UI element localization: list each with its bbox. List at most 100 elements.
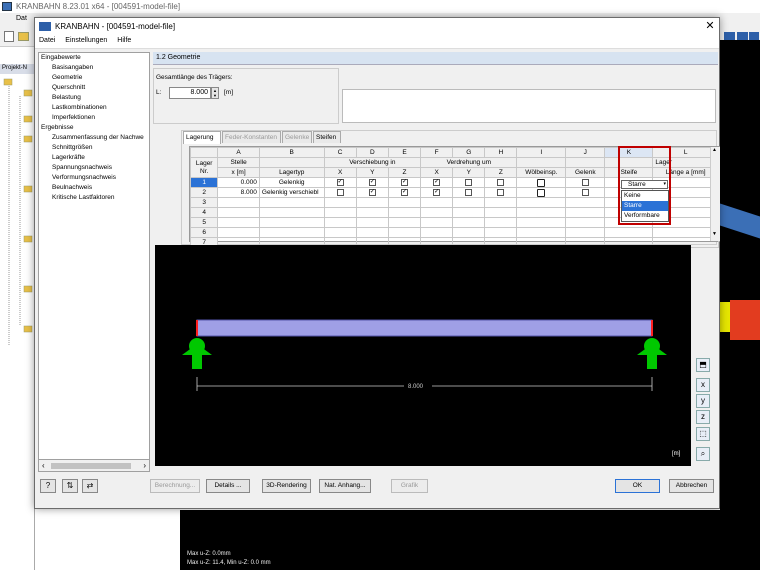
tree-item-imperfektionen[interactable]: Imperfektionen: [39, 113, 149, 123]
cell-vy[interactable]: ✓: [355, 187, 389, 198]
help-icon[interactable]: ?: [40, 479, 56, 493]
cell-gelenk[interactable]: [565, 177, 606, 188]
dropdown-option-verformbare[interactable]: Verformbare: [622, 211, 668, 221]
table-vertical-scrollbar[interactable]: ▲ ▼: [710, 147, 720, 241]
ok-button[interactable]: OK: [615, 479, 660, 493]
cell-stelle[interactable]: 0.000: [217, 177, 260, 188]
rendering-button[interactable]: 3D-Rendering: [262, 479, 311, 493]
length-spinner[interactable]: ▲ ▼: [211, 87, 219, 99]
cell-woelb[interactable]: [516, 187, 567, 198]
tab-lagerung[interactable]: Lagerung: [183, 131, 221, 144]
col-header-b[interactable]: B: [258, 147, 325, 158]
import-icon[interactable]: ⇅: [62, 479, 78, 493]
zoom-icon[interactable]: ⌕: [696, 447, 710, 461]
col-header-d[interactable]: D: [355, 147, 389, 158]
tree-item-schnittgroessen[interactable]: Schnittgrößen: [39, 143, 149, 153]
checkbox-vy[interactable]: ✓: [368, 188, 376, 196]
checkbox-ry[interactable]: [465, 188, 473, 196]
menu-hilfe[interactable]: Hilfe: [113, 35, 135, 46]
cell-vx[interactable]: ✓: [323, 177, 357, 188]
tree-horizontal-scrollbar[interactable]: ‹ ›: [38, 459, 150, 472]
steife-combo[interactable]: Starre ▾: [621, 180, 668, 189]
scroll-right-icon[interactable]: ›: [143, 461, 146, 470]
col-header-h[interactable]: H: [484, 147, 518, 158]
tree-item-belastung[interactable]: Belastung: [39, 93, 149, 103]
tab-gelenke[interactable]: Gelenke: [282, 131, 312, 143]
details-button[interactable]: Details ...: [206, 479, 250, 493]
view-y-icon[interactable]: y: [696, 394, 710, 408]
open-folder-icon[interactable]: [18, 32, 29, 41]
tree-item-kritische-lastfaktoren[interactable]: Kritische Lastfaktoren: [39, 193, 149, 203]
tree-item-basisangaben[interactable]: Basisangaben: [39, 63, 149, 73]
checkbox-gelenk[interactable]: [581, 188, 589, 196]
cell-gelenk[interactable]: [565, 187, 606, 198]
dropdown-option-keine[interactable]: Keine: [622, 191, 668, 201]
tree-item-lastkombinationen[interactable]: Lastkombinationen: [39, 103, 149, 113]
background-menu-datei[interactable]: Dat: [16, 15, 27, 22]
col-header-a[interactable]: A: [217, 147, 260, 158]
checkbox-vy[interactable]: ✓: [368, 178, 376, 186]
checkbox-vx[interactable]: ✓: [336, 178, 344, 186]
berechnung-button[interactable]: Berechnung...: [150, 479, 200, 493]
col-header-g[interactable]: G: [452, 147, 486, 158]
view-iso-icon[interactable]: ⬒: [696, 358, 710, 372]
col-header-e[interactable]: E: [387, 147, 422, 158]
tab-steifen[interactable]: Steifen: [313, 131, 341, 143]
checkbox-ry[interactable]: [465, 178, 473, 186]
view-z-icon[interactable]: z: [696, 410, 710, 424]
scroll-thumb[interactable]: [51, 463, 131, 469]
scroll-down-icon[interactable]: ▼: [712, 231, 717, 237]
row-number[interactable]: 5: [189, 217, 219, 228]
row-number[interactable]: 2: [189, 187, 219, 198]
view-3d-icon[interactable]: ⬚: [696, 427, 710, 441]
col-header-j[interactable]: J: [565, 147, 606, 158]
cell-rx[interactable]: ✓: [420, 177, 454, 188]
row-number[interactable]: 4: [189, 207, 219, 218]
row-number[interactable]: 6: [189, 227, 219, 238]
dropdown-option-starre[interactable]: Starre: [622, 201, 668, 211]
cell-rz[interactable]: [484, 187, 518, 198]
tab-feder-konstanten[interactable]: Feder-Konstanten: [222, 131, 281, 143]
checkbox-gelenk[interactable]: [581, 178, 589, 186]
checkbox-vz[interactable]: ✓: [401, 178, 408, 186]
tree-item-lagerkraefte[interactable]: Lagerkräfte: [39, 153, 149, 163]
tree-group-eingabewerte[interactable]: Eingabewerte: [39, 53, 149, 63]
tree-item-geometrie[interactable]: Geometrie: [39, 73, 149, 83]
grafik-button[interactable]: Grafik: [391, 479, 428, 493]
row-number[interactable]: 3: [189, 197, 219, 208]
length-input[interactable]: 8.000: [169, 87, 211, 99]
cell-ry[interactable]: [452, 187, 486, 198]
graphic-view[interactable]: 8.000 [m]: [155, 245, 691, 466]
checkbox-rz[interactable]: [497, 188, 505, 196]
checkbox-rx[interactable]: ✓: [433, 188, 441, 196]
cell-vx[interactable]: [323, 187, 357, 198]
export-icon[interactable]: ⇄: [82, 479, 98, 493]
col-header-i[interactable]: I: [516, 147, 567, 158]
scroll-up-icon[interactable]: ▲: [712, 147, 717, 153]
menu-einstellungen[interactable]: Einstellungen: [61, 35, 111, 46]
cell-vz[interactable]: ✓: [387, 187, 422, 198]
close-icon[interactable]: ✕: [702, 19, 718, 33]
checkbox-vz[interactable]: ✓: [401, 188, 408, 196]
cell-rx[interactable]: ✓: [420, 187, 454, 198]
cell-ry[interactable]: [452, 177, 486, 188]
cell-vy[interactable]: ✓: [355, 177, 389, 188]
tree-item-zusammenfassung[interactable]: Zusammenfassung der Nachwe: [39, 133, 149, 143]
menu-datei[interactable]: Datei: [35, 35, 59, 46]
checkbox-rz[interactable]: [497, 178, 505, 186]
checkbox-vx[interactable]: [336, 188, 344, 196]
cell-lagertyp[interactable]: Gelenkig: [258, 177, 325, 188]
checkbox-woelb[interactable]: [537, 188, 546, 197]
checkbox-woelb[interactable]: [537, 178, 546, 187]
chevron-down-icon[interactable]: ▾: [663, 181, 666, 188]
nat-anhang-button[interactable]: Nat. Anhang...: [319, 479, 371, 493]
tree-item-verformungsnachweis[interactable]: Verformungsnachweis: [39, 173, 149, 183]
col-header-c[interactable]: C: [323, 147, 357, 158]
tree-group-ergebnisse[interactable]: Ergebnisse: [39, 123, 149, 133]
col-header-f[interactable]: F: [420, 147, 454, 158]
scroll-left-icon[interactable]: ‹: [42, 461, 45, 470]
abbrechen-button[interactable]: Abbrechen: [669, 479, 714, 493]
row-number[interactable]: 1: [189, 177, 219, 188]
cell-rz[interactable]: [484, 177, 518, 188]
cell-stelle[interactable]: 8.000: [217, 187, 260, 198]
